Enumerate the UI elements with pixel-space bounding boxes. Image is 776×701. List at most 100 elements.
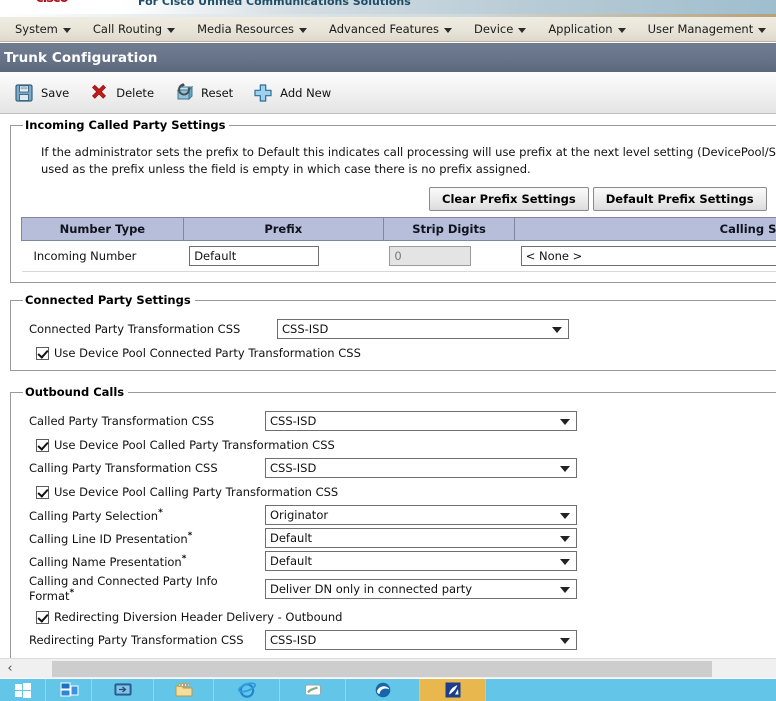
incoming-prefix-note: If the administrator sets the prefix to … <box>21 138 776 179</box>
menu-label: User Management <box>647 22 754 36</box>
taskbar-remote-desktop-button[interactable] <box>92 679 154 701</box>
connected-party-transformation-css-select[interactable]: CSS-ISD <box>277 319 569 340</box>
menu-label: Application <box>548 22 613 36</box>
calling-party-css-select-wrap: CSS-ISD <box>265 458 577 479</box>
called-party-css-label: Called Party Transformation CSS <box>29 414 215 429</box>
menu-call-routing[interactable]: Call Routing <box>82 18 186 40</box>
media-app-icon <box>443 680 463 700</box>
prefix-input[interactable] <box>189 246 320 267</box>
calling-party-selection-select[interactable]: Originator <box>265 505 577 526</box>
action-toolbar: Save Delete Reset Add New <box>0 72 776 114</box>
chevron-down-icon <box>518 27 527 33</box>
menu-advanced-features[interactable]: Advanced Features <box>318 18 463 40</box>
use-device-pool-calling-party-row[interactable]: Use Device Pool Calling Party Transforma… <box>36 485 776 499</box>
cisco-logo: cisco <box>36 0 69 6</box>
redirecting-party-css-row: Redirecting Party Transformation CSS CSS… <box>29 630 776 651</box>
cell-prefix <box>183 240 384 273</box>
banner-tagline: For Cisco Unified Communications Solutio… <box>138 0 411 8</box>
prefix-settings-table: Number Type Prefix Strip Digits Calling … <box>21 217 776 273</box>
outbound-calls-group: Outbound Calls Called Party Transformati… <box>10 385 776 658</box>
prefix-buttons-row: Clear Prefix Settings Default Prefix Set… <box>429 187 776 212</box>
task-view-icon <box>59 680 79 700</box>
cell-strip-digits <box>383 240 515 273</box>
required-marker: * <box>158 507 163 518</box>
taskbar-task-view-button[interactable] <box>46 679 92 701</box>
redirecting-diversion-header-label: Redirecting Diversion Header Delivery - … <box>54 610 343 625</box>
main-menu-bar: System Call Routing Media Resources Adva… <box>0 17 776 42</box>
use-device-pool-called-party-checkbox[interactable] <box>36 438 49 452</box>
scroll-left-arrow-icon[interactable]: ‹ <box>0 659 20 678</box>
windows-start-icon <box>13 680 33 700</box>
calling-party-selection-select-wrap: Originator <box>265 505 577 526</box>
table-header-row: Number Type Prefix Strip Digits Calling … <box>21 217 776 242</box>
connected-party-settings-group: Connected Party Settings Connected Party… <box>10 293 776 372</box>
called-party-css-select-wrap: CSS-ISD <box>265 411 577 432</box>
column-prefix: Prefix <box>182 217 384 242</box>
taskbar-internet-explorer-button[interactable] <box>214 679 280 701</box>
menu-user-management[interactable]: User Management <box>637 18 776 40</box>
calling-name-presentation-select[interactable]: Default <box>265 551 577 572</box>
reset-label: Reset <box>201 85 234 100</box>
blue-plus-icon <box>252 82 274 104</box>
use-device-pool-called-party-label: Use Device Pool Called Party Transformat… <box>54 438 335 453</box>
required-marker: * <box>181 553 187 564</box>
use-device-pool-connected-party-row[interactable]: Use Device Pool Connected Party Transfor… <box>36 346 776 360</box>
redirecting-diversion-header-checkbox[interactable] <box>36 610 49 624</box>
menu-label: Call Routing <box>92 22 163 36</box>
calling-connected-info-format-row: Calling and Connected Party Info Format*… <box>29 574 776 603</box>
redirecting-party-css-label: Redirecting Party Transformation CSS <box>29 633 244 648</box>
calling-party-css-row: Calling Party Transformation CSS CSS-ISD <box>29 458 776 479</box>
chevron-down-icon <box>167 27 176 33</box>
use-device-pool-calling-party-checkbox[interactable] <box>36 485 49 499</box>
use-device-pool-called-party-row[interactable]: Use Device Pool Called Party Transformat… <box>36 438 776 452</box>
incoming-calling-search-space-select[interactable]: < None > <box>520 246 776 267</box>
incoming-css-select-wrap: < None > <box>520 246 776 267</box>
calling-line-id-label-wrap: Calling Line ID Presentation* <box>29 531 265 546</box>
default-prefix-settings-button[interactable]: Default Prefix Settings <box>592 187 767 212</box>
add-new-button[interactable]: Add New <box>247 78 341 108</box>
required-marker: * <box>187 530 193 541</box>
taskbar-empty-area <box>486 679 776 701</box>
scrollbar-thumb[interactable] <box>52 661 712 677</box>
calling-line-id-label: Calling Line ID Presentation <box>29 531 188 546</box>
reset-button[interactable]: Reset <box>168 78 243 108</box>
form-scroll-area[interactable]: Incoming Called Party Settings If the ad… <box>0 114 776 658</box>
delete-button[interactable]: Delete <box>83 78 164 108</box>
menu-media-resources[interactable]: Media Resources <box>186 18 318 40</box>
note-line-1: If the administrator sets the prefix to … <box>41 145 776 159</box>
menu-application[interactable]: Application <box>537 18 636 40</box>
delete-label: Delete <box>116 85 155 100</box>
remote-desktop-icon <box>113 680 133 700</box>
column-number-type: Number Type <box>21 217 184 242</box>
save-button[interactable]: Save <box>8 78 79 108</box>
taskbar-media-app-button[interactable] <box>420 679 486 701</box>
column-calling-search-space: Calling Search Space <box>514 217 776 242</box>
calling-connected-party-info-format-select[interactable]: Deliver DN only in connected party <box>265 578 577 599</box>
calling-name-select-wrap: Default <box>265 551 577 572</box>
menu-label: Media Resources <box>197 22 295 36</box>
edge-icon <box>373 680 393 700</box>
use-device-pool-connected-party-checkbox[interactable] <box>36 346 49 360</box>
taskbar-file-explorer-button[interactable] <box>154 679 214 701</box>
connected-party-css-row: Connected Party Transformation CSS CSS-I… <box>29 319 776 340</box>
redirecting-party-transformation-css-select[interactable]: CSS-ISD <box>265 630 577 651</box>
connected-party-css-label: Connected Party Transformation CSS <box>29 322 241 337</box>
menu-system[interactable]: System <box>4 18 82 40</box>
horizontal-scrollbar[interactable]: ‹ <box>0 658 776 678</box>
strip-digits-input[interactable] <box>389 246 472 267</box>
file-explorer-icon <box>174 680 194 700</box>
redirecting-diversion-header-row[interactable]: Redirecting Diversion Header Delivery - … <box>36 610 776 624</box>
taskbar-start-button[interactable] <box>0 679 46 701</box>
menu-label: Advanced Features <box>329 22 439 36</box>
taskbar-edge-button[interactable] <box>346 679 420 701</box>
application-window: cisco For Cisco Unified Communications S… <box>0 0 776 701</box>
calling-party-transformation-css-select[interactable]: CSS-ISD <box>265 458 577 479</box>
scrollbar-track[interactable] <box>20 659 776 678</box>
clear-prefix-settings-button[interactable]: Clear Prefix Settings <box>429 187 589 212</box>
calling-name-label-wrap: Calling Name Presentation* <box>29 554 265 569</box>
taskbar-notepad-button[interactable] <box>280 679 346 701</box>
use-device-pool-calling-party-label: Use Device Pool Calling Party Transforma… <box>54 485 339 500</box>
called-party-transformation-css-select[interactable]: CSS-ISD <box>265 411 577 432</box>
menu-device[interactable]: Device <box>463 18 537 40</box>
calling-line-id-presentation-select[interactable]: Default <box>265 528 577 549</box>
